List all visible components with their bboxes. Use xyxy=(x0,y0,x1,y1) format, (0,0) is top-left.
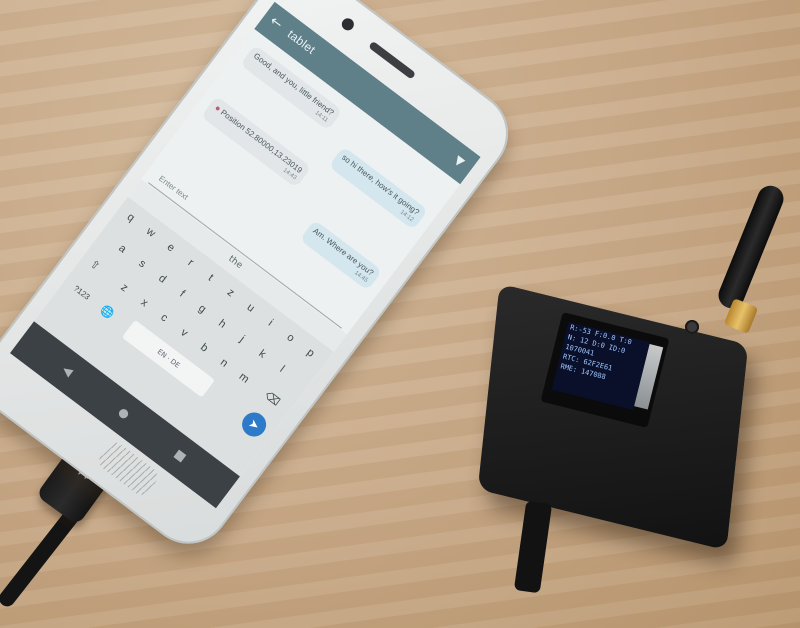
message-text: so hi there, how's it going? xyxy=(340,152,422,217)
screw-icon xyxy=(685,320,699,334)
back-arrow-icon[interactable]: ← xyxy=(267,13,286,33)
front-camera xyxy=(339,15,357,33)
nav-home-icon[interactable]: ● xyxy=(116,404,133,421)
send-icon[interactable]: ➤ xyxy=(237,407,271,442)
message-time: 14:43 xyxy=(281,167,298,182)
chat-title: tablet xyxy=(284,27,319,57)
message-time: 14:12 xyxy=(398,209,415,224)
message-bubble: so hi there, how's it going? 14:12 xyxy=(328,146,429,231)
message-text: Position 52.80000,13.23019 xyxy=(218,107,304,176)
nav-recents-icon[interactable]: ■ xyxy=(172,446,189,464)
message-bubble: ● Position 52.80000,13.23019 14:43 xyxy=(200,95,312,189)
earpiece-speaker xyxy=(368,40,417,80)
signal-icon: ▼ xyxy=(451,152,468,170)
message-text: Am. Where are you? xyxy=(311,226,376,278)
radio-device: R:-53 F:0.0 T:0 N: 12 D:0 ID:0 1070041 R… xyxy=(477,181,788,594)
nav-back-icon[interactable]: ◀ xyxy=(60,362,76,379)
suggestion-word[interactable]: the xyxy=(226,254,244,271)
